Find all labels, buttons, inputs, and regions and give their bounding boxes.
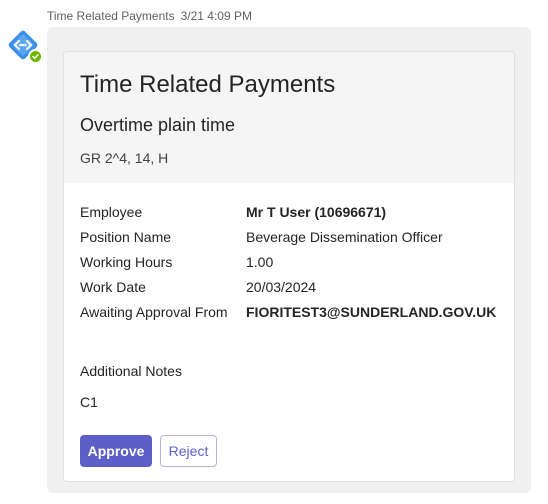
additional-notes-label: Additional Notes (80, 363, 182, 379)
presence-available-icon (28, 49, 43, 64)
fact-value: Beverage Dissemination Officer (246, 229, 443, 245)
card-title: Time Related Payments (80, 71, 336, 98)
fact-value: Mr T User (10696671) (246, 204, 387, 220)
fact-row-working-hours: Working Hours 1.00 (80, 253, 500, 271)
fact-set: Employee Mr T User (10696671) Position N… (80, 203, 500, 328)
card-header: Time Related Payments Overtime plain tim… (64, 52, 514, 183)
fact-row-position-name: Position Name Beverage Dissemination Off… (80, 228, 500, 246)
fact-row-employee: Employee Mr T User (10696671) (80, 203, 500, 221)
fact-value: 20/03/2024 (246, 279, 317, 295)
card-grade: GR 2^4, 14, H (80, 150, 169, 166)
fact-label: Employee (80, 204, 143, 220)
card-subtitle: Overtime plain time (80, 115, 236, 135)
message-timestamp: 3/21 4:09 PM (180, 9, 252, 23)
sender-name[interactable]: Time Related Payments (47, 9, 175, 23)
fact-row-work-date: Work Date 20/03/2024 (80, 278, 500, 296)
fact-value: FIORITEST3@SUNDERLAND.GOV.UK (246, 304, 497, 320)
message-header: Time Related Payments 3/21 4:09 PM (47, 9, 252, 23)
reject-button[interactable]: Reject (160, 435, 217, 467)
fact-label: Awaiting Approval From (80, 304, 228, 320)
additional-notes-value: C1 (80, 394, 98, 410)
fact-value: 1.00 (246, 254, 274, 270)
approve-button[interactable]: Approve (80, 435, 152, 467)
fact-row-awaiting-approval: Awaiting Approval From FIORITEST3@SUNDER… (80, 303, 500, 321)
fact-label: Work Date (80, 279, 146, 295)
adaptive-card: Time Related Payments Overtime plain tim… (63, 51, 515, 482)
card-actions: Approve Reject (80, 435, 217, 467)
fact-label: Position Name (80, 229, 172, 245)
fact-label: Working Hours (80, 254, 173, 270)
